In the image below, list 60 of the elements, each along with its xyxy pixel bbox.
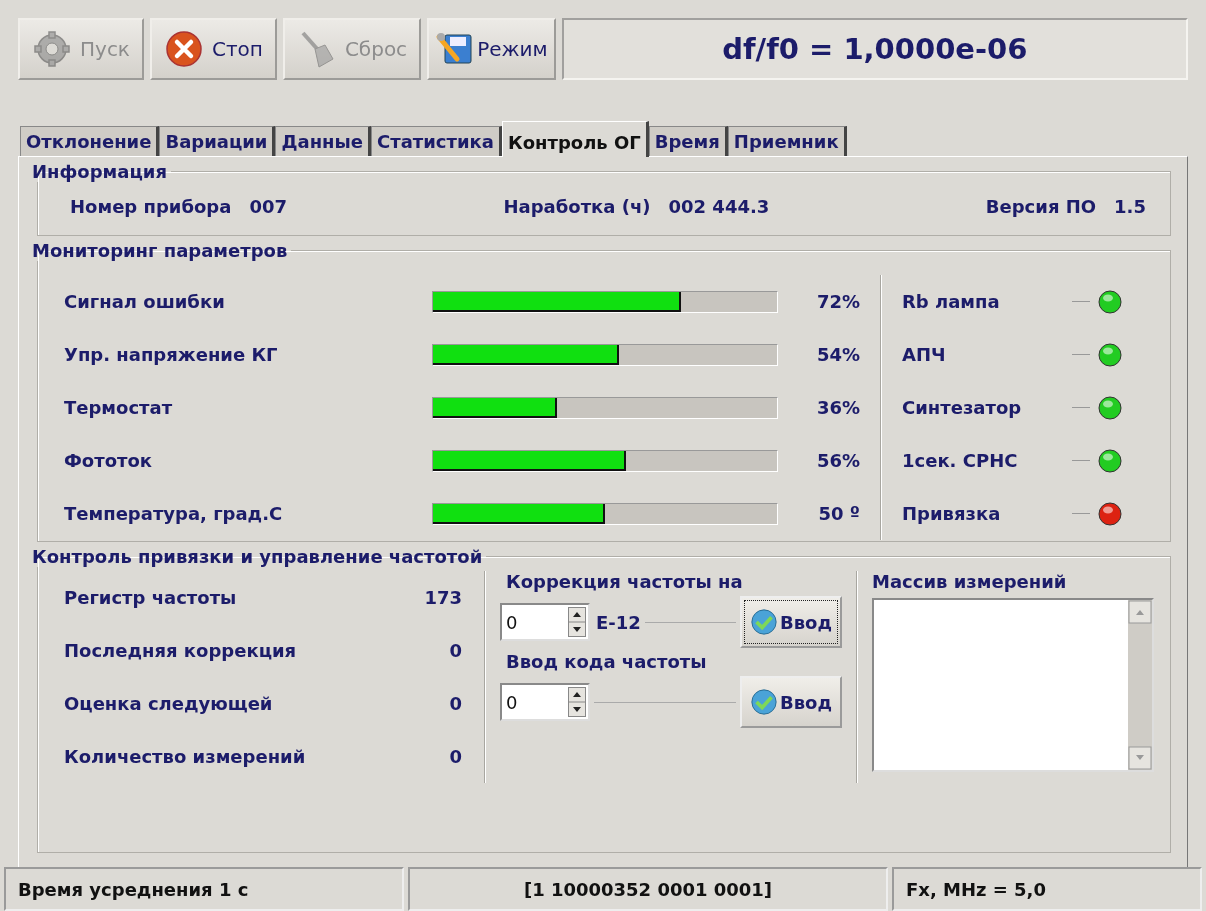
tab[interactable]: Приемник (727, 126, 847, 156)
parameter-label: Сигнал ошибки (64, 291, 226, 312)
stat-value: 0 (449, 640, 463, 661)
parameter-reading: 72% (815, 291, 860, 312)
stat-label: Количество измерений (64, 746, 306, 767)
group-title: Мониторинг параметров (32, 240, 289, 261)
scrollbar-icon[interactable] (1128, 600, 1152, 770)
parameter-label: Температура, град.С (64, 503, 284, 524)
stat-label: Последняя коррекция (64, 640, 297, 661)
indicator-label: Синтезатор (902, 397, 1023, 418)
tab[interactable]: Время (648, 126, 728, 156)
stat-value: 0 (449, 746, 463, 767)
gear-icon (32, 29, 72, 69)
tab[interactable]: Отклонение (20, 126, 160, 156)
section-title: Ввод кода частоты (505, 651, 708, 674)
parameter-label: Упр. напряжение КГ (64, 344, 279, 365)
tab[interactable]: Вариации (159, 126, 276, 156)
spinbox-value: 0 (505, 611, 519, 633)
info-label: Наработка (ч) (503, 196, 651, 217)
parameter-reading: 50 º (817, 503, 860, 524)
spin-arrows-icon[interactable] (568, 687, 586, 717)
info-label: Версия ПО (985, 196, 1097, 217)
parameter-label: Термостат (64, 397, 174, 418)
section-title: Массив измерений (872, 571, 1068, 592)
stat-label: Регистр частоты (64, 587, 237, 608)
group-title: Информация (32, 161, 168, 182)
number-spinbox[interactable]: 0 (500, 603, 590, 641)
stat-value: 0 (449, 693, 463, 714)
indicator-label: Привязка (902, 503, 1002, 524)
parameter-reading: 56% (815, 450, 860, 471)
group-title: Контроль привязки и управление частотой (32, 546, 484, 567)
spin-arrows-icon[interactable] (568, 607, 586, 637)
close-icon (163, 29, 204, 69)
indicator-label: Rb лампа (902, 291, 1001, 312)
tab[interactable]: Контроль ОГ (501, 121, 649, 157)
enter-button[interactable]: Ввод (740, 596, 842, 648)
tab[interactable]: Данные (275, 126, 372, 156)
status-cell: [1 10000352 0001 0001] (408, 867, 888, 911)
parameter-reading: 36% (815, 397, 860, 418)
parameter-reading: 54% (815, 344, 860, 365)
section-title: Коррекция частоты на (505, 571, 744, 594)
status-cell: Время усреднения 1 с (4, 867, 404, 911)
spinbox-value: 0 (505, 691, 519, 713)
indicator-label: 1сек. СРНС (902, 450, 1019, 471)
enter-button[interactable]: Ввод (740, 676, 842, 728)
unit-label: E-12 (596, 611, 641, 633)
toolbar-button[interactable]: Стоп (149, 18, 277, 80)
info-value: 002 444.3 (668, 196, 770, 217)
parameter-label: Фототок (64, 450, 154, 471)
info-value: 007 (249, 196, 287, 217)
stat-value: 173 (424, 587, 463, 608)
status-cell: Fx, MHz = 5,0 (892, 867, 1202, 911)
toolbar-button[interactable]: Режим (427, 18, 556, 80)
deviation-display: df/f0 = 1,0000e-06 (561, 18, 1188, 80)
info-label: Номер прибора (70, 196, 232, 217)
number-spinbox[interactable]: 0 (500, 683, 590, 721)
info-value: 1.5 (1114, 196, 1146, 217)
stat-label: Оценка следующей (64, 693, 273, 714)
tab[interactable]: Статистика (371, 126, 502, 156)
indicator-label: АПЧ (902, 344, 947, 365)
